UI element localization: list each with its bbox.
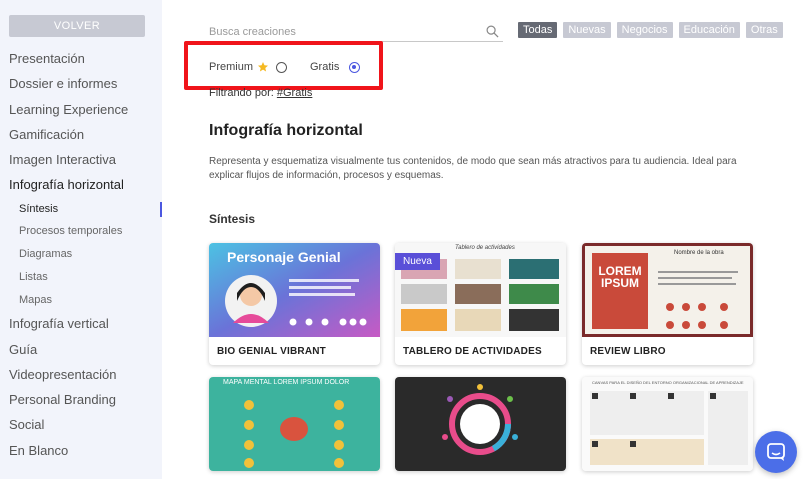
card-thumb-title: Tablero de actividades (455, 245, 515, 251)
nav-item-gamificacion[interactable]: Gamificación (0, 122, 162, 147)
filter-tag-link[interactable]: #Gratis (277, 87, 312, 99)
subnav-item-listas[interactable]: Listas (0, 266, 162, 289)
free-label: Gratis (310, 61, 340, 73)
card-thumb-title: MAPA MENTAL LOREM IPSUM DOLOR (223, 379, 350, 386)
free-option[interactable]: Gratis (310, 61, 361, 73)
filter-prefix: Filtrando por: (209, 87, 274, 99)
tag-todas[interactable]: Todas (518, 22, 558, 38)
template-card-mapa-mental[interactable]: MAPA MENTAL LOREM IPSUM DOLOR (209, 377, 380, 471)
chat-icon (767, 443, 785, 461)
card-thumb-title: CANVAS PARA EL DISEÑO DEL ENTORNO ORGANI… (592, 380, 744, 385)
card-thumbnail (209, 377, 380, 471)
active-filter: Filtrando por: #Gratis (209, 87, 312, 99)
star-icon (258, 62, 269, 72)
search-icon[interactable] (486, 25, 499, 38)
card-label: BIO GENIAL VIBRANT (217, 346, 326, 357)
page: VOLVER Presentación Dossier e informes L… (0, 0, 806, 479)
nav-item-personal-branding[interactable]: Personal Branding (0, 387, 162, 412)
nav-item-infografia-vertical[interactable]: Infografía vertical (0, 311, 162, 336)
card-thumbnail (395, 377, 566, 471)
card-thumb-title: LOREM IPSUM (598, 264, 642, 290)
page-title: Infografía horizontal (209, 122, 363, 139)
tag-educacion[interactable]: Educación (678, 22, 740, 38)
template-card-ciclo[interactable] (395, 377, 566, 471)
premium-option[interactable]: Premium (209, 61, 288, 73)
subnav-item-diagramas[interactable]: Diagramas (0, 243, 162, 266)
template-card-bio[interactable]: Personaje Genial BIO GENIAL VIBRANT (209, 243, 380, 365)
nav-item-imagen-interactiva[interactable]: Imagen Interactiva (0, 147, 162, 172)
tag-otras[interactable]: Otras (745, 22, 783, 38)
subnav-item-sintesis[interactable]: Síntesis (0, 198, 162, 221)
chat-button[interactable] (755, 431, 797, 473)
tag-nuevas[interactable]: Nuevas (563, 22, 611, 38)
template-card-tablero[interactable]: Tablero de actividades Nueva TABLERO DE … (395, 243, 566, 365)
nav-item-infografia-horizontal[interactable]: Infografía horizontal (0, 172, 162, 197)
nav-item-presentacion[interactable]: Presentación (0, 46, 162, 71)
nav-item-social[interactable]: Social (0, 412, 162, 437)
filter-tags: Todas Nuevas Negocios Educación Otras (518, 22, 783, 38)
search-input[interactable] (209, 24, 479, 40)
nav-item-videopresentacion[interactable]: Videopresentación (0, 362, 162, 387)
subnav-item-procesos-temporales[interactable]: Procesos temporales (0, 220, 162, 243)
back-button[interactable]: VOLVER (9, 15, 145, 37)
nav-item-en-blanco[interactable]: En Blanco (0, 438, 162, 463)
nav-item-learning-experience[interactable]: Learning Experience (0, 97, 162, 122)
card-label: REVIEW LIBRO (590, 346, 666, 357)
sidebar: VOLVER Presentación Dossier e informes L… (0, 0, 162, 479)
new-badge: Nueva (395, 253, 440, 270)
nav-item-dossier[interactable]: Dossier e informes (0, 71, 162, 96)
search-bar (209, 22, 503, 42)
page-description: Representa y esquematiza visualmente tus… (209, 156, 737, 181)
template-card-canvas[interactable]: CANVAS PARA EL DISEÑO DEL ENTORNO ORGANI… (582, 377, 753, 471)
card-thumb-title: Personaje Genial (227, 249, 341, 265)
category-nav: Presentación Dossier e informes Learning… (0, 46, 162, 463)
nav-item-guia[interactable]: Guía (0, 337, 162, 362)
card-thumbnail (582, 377, 753, 471)
card-thumbnail (582, 243, 753, 337)
section-title: Síntesis (209, 212, 256, 226)
tag-negocios[interactable]: Negocios (616, 22, 673, 38)
free-radio[interactable] (349, 61, 361, 73)
template-card-review[interactable]: LOREM IPSUM Nombre de la obra REVIEW LIB… (582, 243, 753, 365)
premium-label: Premium (209, 61, 254, 73)
card-label: TABLERO DE ACTIVIDADES (403, 346, 542, 357)
subnav-item-mapas[interactable]: Mapas (0, 289, 162, 312)
premium-radio[interactable] (276, 61, 288, 73)
card-thumb-subtitle: Nombre de la obra (674, 250, 724, 256)
